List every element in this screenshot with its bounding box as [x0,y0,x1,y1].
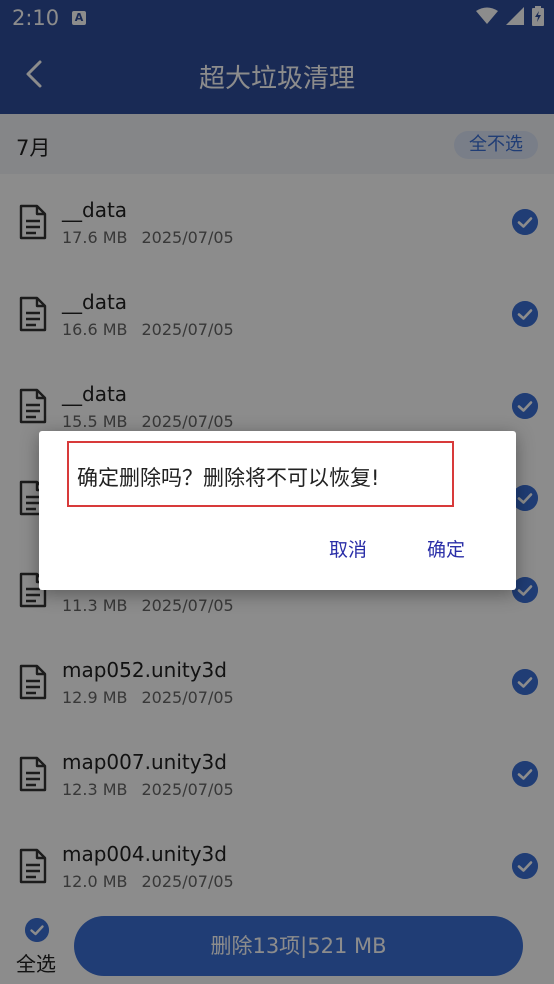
confirm-dialog: 确定删除吗？删除将不可以恢复! 取消 确定 [39,431,516,590]
confirm-button[interactable]: 确定 [427,535,465,562]
dialog-message: 确定删除吗？删除将不可以恢复! [77,466,380,490]
cancel-button[interactable]: 取消 [329,535,367,562]
dialog-message-highlight: 确定删除吗？删除将不可以恢复! [67,441,454,507]
